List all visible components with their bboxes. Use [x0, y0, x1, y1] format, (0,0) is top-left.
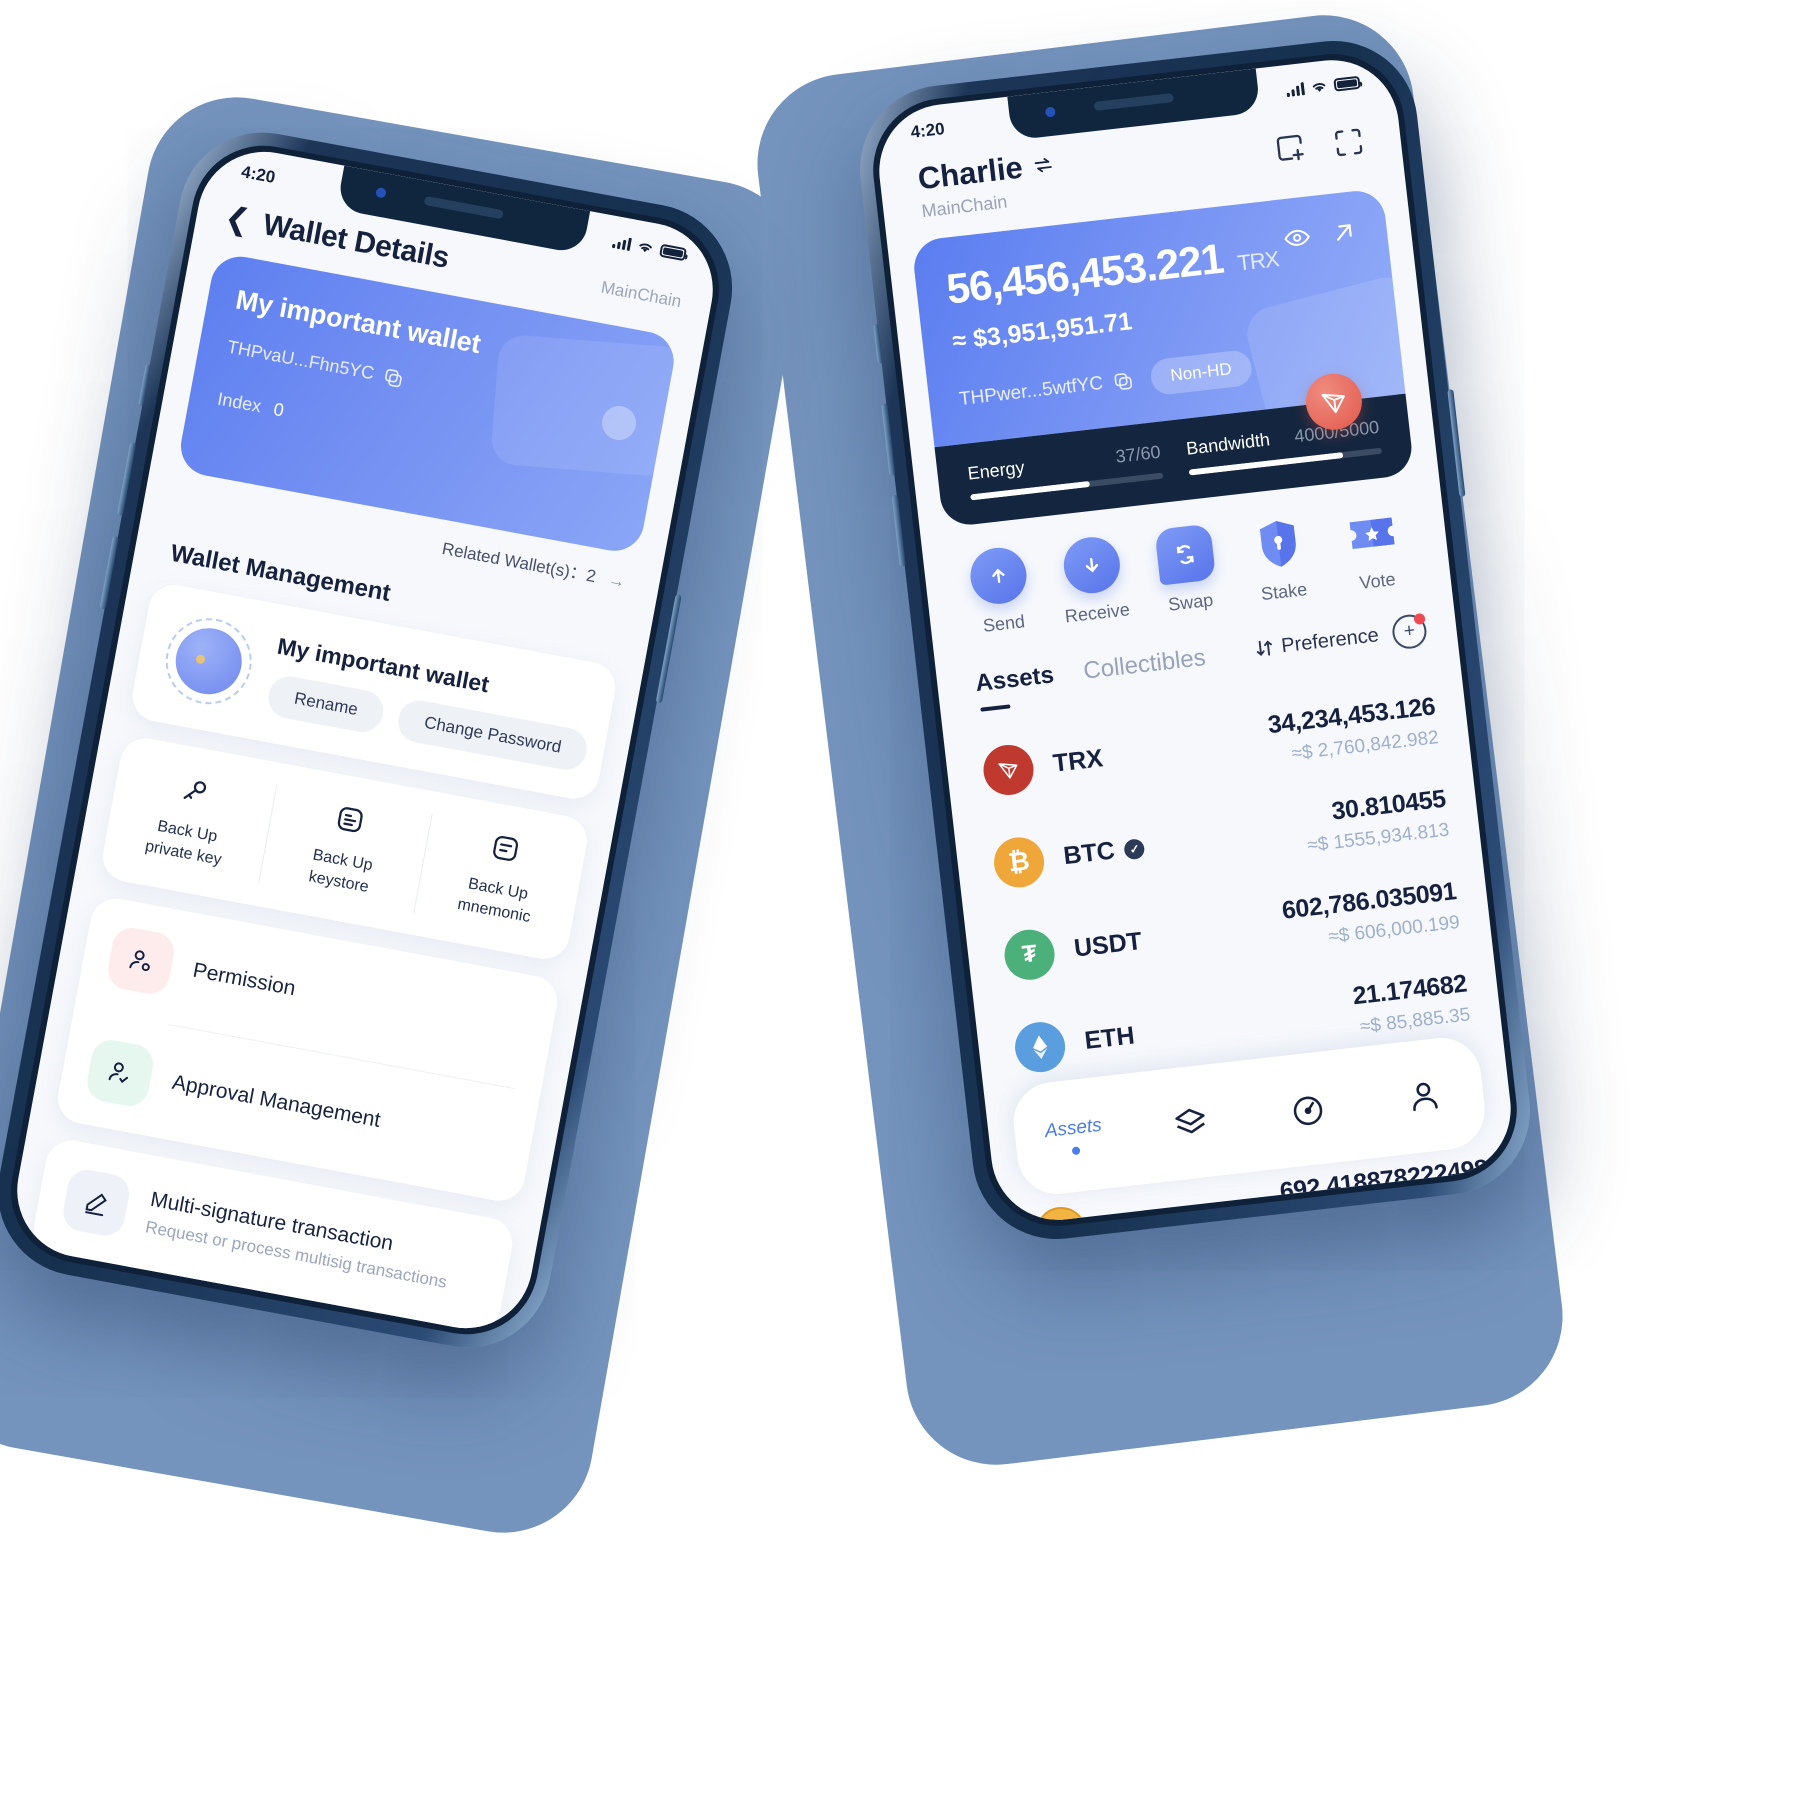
- preference-label: Preference: [1280, 623, 1380, 657]
- action-receive[interactable]: Receive: [1042, 532, 1145, 629]
- layers-icon: [1175, 1108, 1206, 1134]
- sun-coin-icon: [1033, 1203, 1089, 1227]
- wallet-address: THPvaU...Fhn5YC: [225, 336, 376, 384]
- add-token-icon[interactable]: +: [1390, 612, 1429, 651]
- resource-energy[interactable]: Energy 37/60: [967, 442, 1164, 501]
- battery-icon: [659, 243, 687, 262]
- arrow-right-icon: →: [606, 569, 627, 592]
- ticket-star-icon: [1341, 502, 1403, 564]
- add-wallet-icon[interactable]: [1271, 129, 1311, 169]
- rename-button[interactable]: Rename: [265, 672, 388, 736]
- backup-private-key-label: Back Up private key: [143, 817, 223, 869]
- arrow-up-right-icon[interactable]: [1329, 218, 1358, 247]
- asset-amount: 21.174682: [1351, 969, 1469, 1011]
- active-indicator-dot: [1071, 1145, 1081, 1155]
- action-send[interactable]: Send: [949, 543, 1052, 640]
- tether-coin-icon: ₮: [1001, 926, 1058, 982]
- user-name: Charlie: [916, 149, 1025, 197]
- action-vote[interactable]: Vote: [1322, 500, 1425, 597]
- asset-symbol: TRX: [1051, 744, 1105, 778]
- eye-icon[interactable]: [1282, 222, 1313, 253]
- copy-icon[interactable]: [382, 366, 405, 389]
- cellular-signal-icon: [1286, 82, 1306, 98]
- asset-symbol: ETH: [1083, 1021, 1136, 1055]
- user-check-icon: [84, 1037, 157, 1110]
- asset-fiat: ≈$ 85,885.35: [1358, 1004, 1472, 1038]
- nav-item-assets[interactable]: Assets: [1014, 1111, 1135, 1161]
- action-swap[interactable]: Swap: [1135, 521, 1238, 618]
- sort-icon: [1256, 640, 1273, 656]
- backup-keystore-label: Back Up keystore: [307, 846, 374, 896]
- profile-icon: [1413, 1082, 1439, 1112]
- action-stake[interactable]: Stake: [1229, 511, 1332, 608]
- menu-item-label: Permission: [191, 958, 298, 1001]
- chain-label: MainChain: [599, 277, 683, 312]
- arrow-down-icon: [1060, 534, 1123, 597]
- resource-value: 37: [1114, 444, 1137, 467]
- copy-icon[interactable]: [1112, 370, 1134, 392]
- index-value: 0: [272, 399, 286, 421]
- menu-item-label: Approval Management: [170, 1071, 383, 1133]
- shield-lock-icon: [1248, 513, 1310, 575]
- swap-icon: [1154, 523, 1217, 586]
- backup-private-key-button[interactable]: Back Up private key: [99, 734, 281, 906]
- scan-icon[interactable]: [1329, 122, 1369, 162]
- asset-symbol: USDT: [1072, 927, 1144, 963]
- verified-badge-icon: ✓: [1123, 837, 1146, 860]
- screen-assets-home: 4:20 Charlie MainChain 56,456,453.221 TR…: [872, 53, 1518, 1227]
- balance-unit: TRX: [1236, 246, 1280, 276]
- explore-icon: [1293, 1096, 1323, 1126]
- ethereum-coin-icon: [1012, 1018, 1068, 1075]
- battery-icon: [1333, 75, 1361, 92]
- avatar: [158, 611, 259, 712]
- resource-max: 60: [1139, 441, 1162, 464]
- arrow-up-icon: [967, 544, 1030, 607]
- nav-item-profile[interactable]: [1364, 1070, 1485, 1121]
- power-button[interactable]: [1447, 389, 1466, 498]
- asset-symbol: BTC: [1062, 836, 1117, 871]
- status-time: 4:20: [239, 162, 277, 188]
- status-badge: Non-HD: [1148, 348, 1254, 397]
- backup-mnemonic-label: Back Up mnemonic: [456, 875, 532, 926]
- pencil-icon: [60, 1166, 133, 1240]
- switch-icon: [1034, 158, 1052, 173]
- index-label: Index: [215, 388, 263, 417]
- back-chevron-icon[interactable]: ❮: [222, 201, 253, 238]
- wallet-address: THPwer...5wtfYC: [958, 372, 1105, 411]
- resource-bandwidth[interactable]: Bandwidth 4000/5000: [1185, 417, 1383, 476]
- cellular-signal-icon: [611, 235, 632, 252]
- bitcoin-coin-icon: ₿: [991, 834, 1047, 890]
- wifi-icon: [639, 243, 652, 253]
- backup-keystore-button[interactable]: Back Up keystore: [254, 763, 436, 935]
- user-permission-icon: [104, 924, 178, 998]
- resource-label: Bandwidth: [1185, 429, 1271, 459]
- nav-item-explore[interactable]: [1247, 1084, 1368, 1135]
- resource-label: Energy: [966, 457, 1026, 484]
- nav-label: Assets: [1043, 1114, 1103, 1142]
- card-decoration: [489, 333, 679, 479]
- asset-symbol: SUNOLD: [1104, 1200, 1213, 1227]
- backup-mnemonic-button[interactable]: Back Up mnemonic: [409, 792, 591, 964]
- status-time: 4:20: [909, 119, 946, 142]
- tron-coin-icon: [980, 741, 1037, 798]
- wifi-icon: [1312, 83, 1326, 92]
- nav-item-layers[interactable]: [1130, 1097, 1251, 1148]
